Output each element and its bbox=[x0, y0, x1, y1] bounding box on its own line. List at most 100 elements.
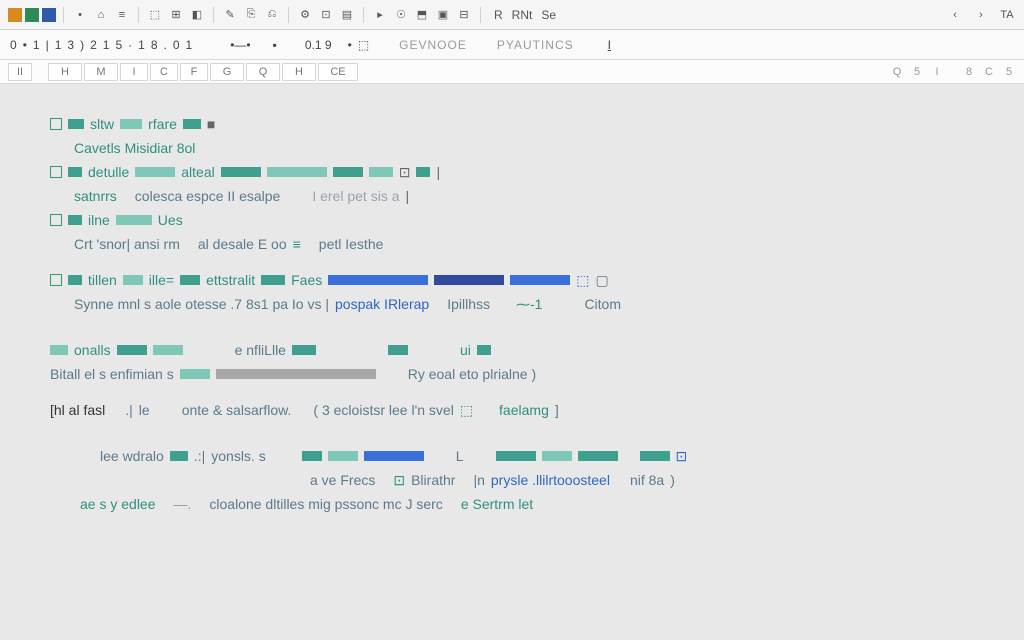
num-2: 1 bbox=[53, 38, 64, 52]
tool-icon-10[interactable]: ⊡ bbox=[317, 6, 335, 24]
rt-label-2[interactable]: RNt bbox=[512, 8, 533, 22]
fold-icon[interactable] bbox=[50, 274, 62, 286]
nav-next-icon[interactable]: › bbox=[972, 6, 990, 24]
col-first[interactable]: II bbox=[8, 63, 32, 81]
col-h2[interactable]: H bbox=[282, 63, 316, 81]
swatch-1[interactable] bbox=[8, 8, 22, 22]
separator bbox=[63, 7, 64, 23]
swatch-3[interactable] bbox=[42, 8, 56, 22]
t-6d: Faes bbox=[291, 272, 322, 288]
t-7c: Ipillhss bbox=[447, 296, 490, 312]
hl-bar bbox=[180, 369, 210, 379]
col-g[interactable]: G bbox=[210, 63, 244, 81]
t-8a: onalls bbox=[74, 342, 111, 358]
rr-c[interactable]: C bbox=[982, 65, 996, 79]
hl-bar bbox=[267, 167, 327, 177]
t-5a: ilne bbox=[88, 212, 110, 228]
t-6c: ettstralit bbox=[206, 272, 255, 288]
fold-icon[interactable] bbox=[50, 214, 62, 226]
tab-2[interactable]: PYAUTINCS bbox=[483, 38, 588, 52]
t-3b: alteal bbox=[181, 164, 214, 180]
num-0: 0 bbox=[8, 38, 19, 52]
num-5: 1 bbox=[101, 38, 112, 52]
rr-q[interactable]: Q bbox=[890, 65, 904, 79]
rr-i[interactable]: I bbox=[930, 65, 944, 79]
tool-icon-7[interactable]: ⎘ bbox=[242, 6, 260, 24]
hl-bar bbox=[542, 451, 572, 461]
code-line-13: ae s y edlee —. cloalone dltilles mig ps… bbox=[50, 494, 974, 514]
t-10e: faelamg bbox=[499, 402, 549, 418]
col-q[interactable]: Q bbox=[246, 63, 280, 81]
hl-bar bbox=[221, 167, 261, 177]
tool-icon-14[interactable]: ⊟ bbox=[455, 6, 473, 24]
rt-label-3[interactable]: Se bbox=[541, 8, 556, 22]
tool-icon-3[interactable]: ⬚ bbox=[146, 6, 164, 24]
play-icon[interactable]: ▸ bbox=[371, 6, 389, 24]
rr-5[interactable]: 5 bbox=[910, 65, 924, 79]
t-12d: nif 8a bbox=[630, 472, 664, 488]
separator bbox=[480, 7, 481, 23]
code-line-8: onalls e nfliLlle ui bbox=[50, 340, 974, 360]
hl-bar bbox=[261, 275, 285, 285]
col-c[interactable]: C bbox=[150, 63, 178, 81]
tab-end[interactable]: I bbox=[606, 38, 613, 52]
t-12a: a ve Frecs bbox=[310, 472, 375, 488]
toolbar-main: • ⌂ ≡ ⬚ ⊞ ◧ ✎ ⎘ ⎌ ⚙ ⊡ ▤ ▸ ☉ ⬒ ▣ ⊟ R RNt … bbox=[0, 0, 1024, 30]
col-m[interactable]: M bbox=[84, 63, 118, 81]
hl-bar bbox=[640, 451, 670, 461]
t-13a: ae s y edlee bbox=[80, 496, 156, 512]
hl-bar bbox=[434, 275, 504, 285]
hl-bar bbox=[153, 345, 183, 355]
tool-icon-1[interactable]: ⌂ bbox=[92, 6, 110, 24]
hl-bar bbox=[135, 167, 175, 177]
t-8c: ui bbox=[460, 342, 471, 358]
nav-misc[interactable]: TA bbox=[998, 6, 1016, 24]
tool-icon-2[interactable]: ≡ bbox=[113, 6, 131, 24]
tool-icon-13[interactable]: ▣ bbox=[434, 6, 452, 24]
separator bbox=[213, 7, 214, 23]
col-f[interactable]: F bbox=[180, 63, 208, 81]
fold-icon[interactable] bbox=[50, 118, 62, 130]
col-i[interactable]: I bbox=[120, 63, 148, 81]
tool-icon-8[interactable]: ⎌ bbox=[263, 6, 281, 24]
tool-icon-6[interactable]: ✎ bbox=[221, 6, 239, 24]
rt-label-1[interactable]: R bbox=[494, 8, 503, 22]
fold-icon[interactable] bbox=[50, 166, 62, 178]
t-10d: ( 3 ecloistsr lee l'n svel bbox=[313, 402, 453, 418]
t-2: Cavetls Misidiar 8ol bbox=[74, 140, 195, 156]
code-line-1: sltw rfare ■ bbox=[50, 114, 974, 134]
t-13c: e Sertrm let bbox=[461, 496, 533, 512]
clock-icon[interactable]: ☉ bbox=[392, 6, 410, 24]
t-6a: tillen bbox=[88, 272, 117, 288]
code-line-6: tillen ille= ettstralit Faes ⬚ ▢ bbox=[50, 270, 974, 290]
code-line-5a: ilne Ues bbox=[50, 210, 974, 230]
tool-icon-4[interactable]: ⊞ bbox=[167, 6, 185, 24]
tool-icon-5[interactable]: ◧ bbox=[188, 6, 206, 24]
tool-icon-12[interactable]: ⬒ bbox=[413, 6, 431, 24]
rr-8[interactable]: 8 bbox=[962, 65, 976, 79]
code-line-9: Bitall el s enfimian s Ry eoal eto plria… bbox=[50, 364, 974, 384]
t-5c: al desale E oo bbox=[198, 236, 287, 252]
col-h[interactable]: H bbox=[48, 63, 82, 81]
rr-5b[interactable]: 5 bbox=[1002, 65, 1016, 79]
hl-bar bbox=[364, 451, 424, 461]
tool-icon-9[interactable]: ⚙ bbox=[296, 6, 314, 24]
tab-1[interactable]: GEVNOOE bbox=[385, 38, 481, 52]
t-5d: petl Iesthe bbox=[319, 236, 384, 252]
hl-bar bbox=[68, 275, 82, 285]
code-line-12: a ve Frecs ⊡ Blirathr |n prysle .llilrto… bbox=[50, 470, 974, 490]
t-1b: rfare bbox=[148, 116, 177, 132]
swatch-2[interactable] bbox=[25, 8, 39, 22]
separator bbox=[138, 7, 139, 23]
tool-icon-11[interactable]: ▤ bbox=[338, 6, 356, 24]
hl-bar bbox=[496, 451, 536, 461]
t-8b: e nfliLlle bbox=[235, 342, 286, 358]
nav-prev-icon[interactable]: ‹ bbox=[946, 6, 964, 24]
progress-bar bbox=[216, 369, 376, 379]
t-1a: sltw bbox=[90, 116, 114, 132]
t-11a: lee wdralo bbox=[100, 448, 164, 464]
col-ce[interactable]: CE bbox=[318, 63, 358, 81]
dot-icon[interactable]: • bbox=[71, 6, 89, 24]
hl-bar bbox=[477, 345, 491, 355]
hl-bar bbox=[180, 275, 200, 285]
